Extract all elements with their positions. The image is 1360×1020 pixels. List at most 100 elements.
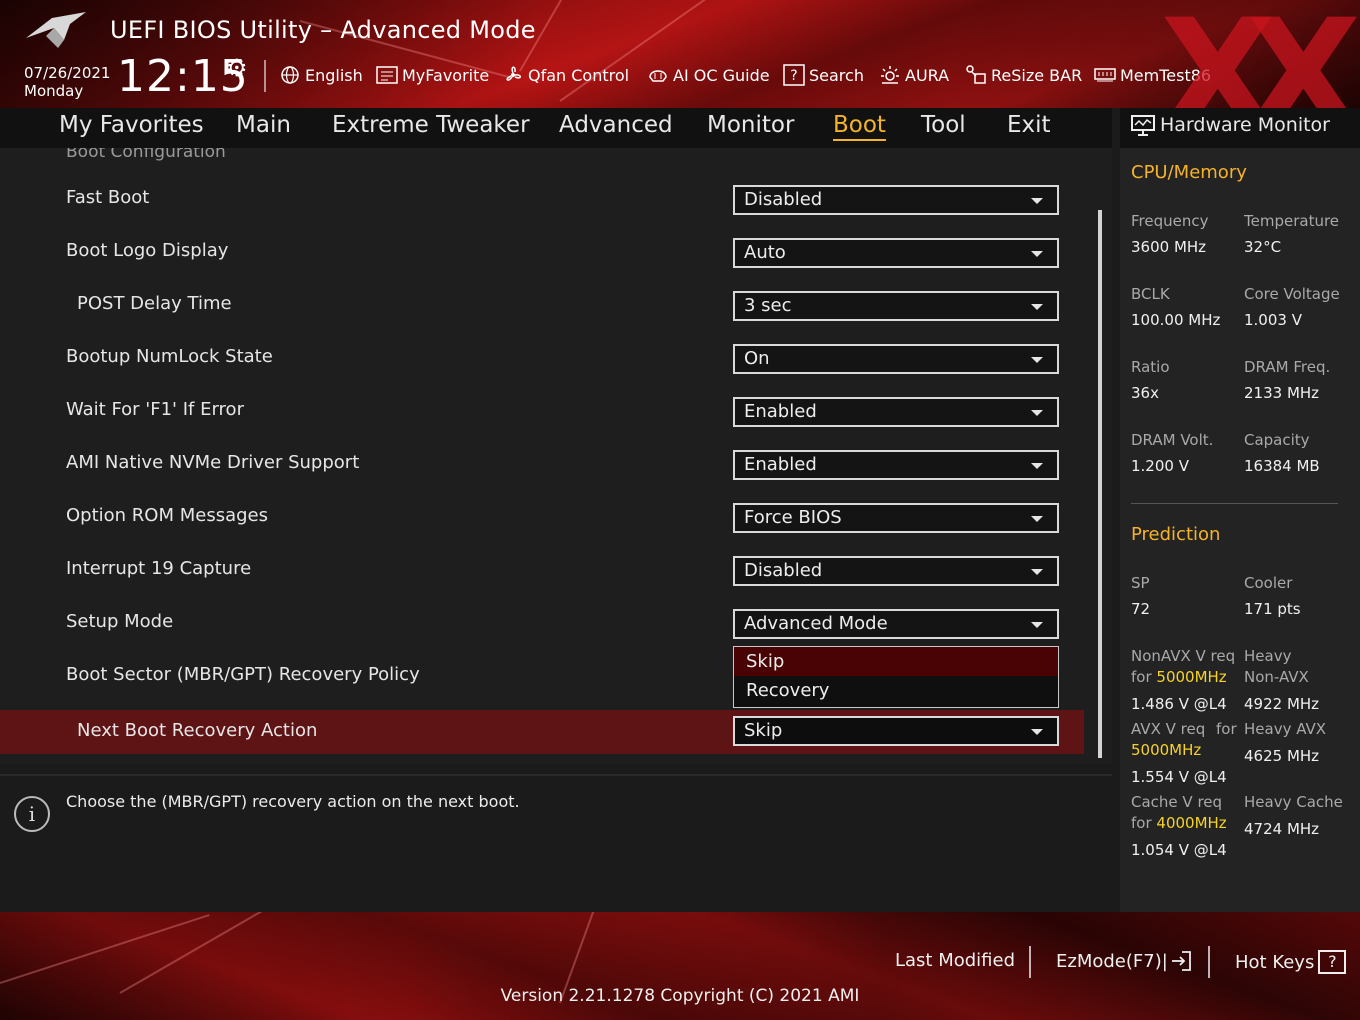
setting-row-post-delay-time[interactable]: POST Delay Time 3 sec (0, 283, 1084, 327)
watermark-logo: XX (1160, 0, 1360, 108)
section-title: Boot Configuration (66, 148, 226, 162)
tab-my-favorites[interactable]: My Favorites (59, 112, 204, 138)
wait-f1-dropdown[interactable]: Enabled (733, 397, 1059, 427)
setting-label: Wait For 'F1' If Error (66, 399, 244, 420)
caret-down-icon (1031, 251, 1043, 257)
search-label: Search (809, 65, 864, 85)
option-rom-dropdown[interactable]: Force BIOS (733, 503, 1059, 533)
gear-icon[interactable]: ⚙ (226, 54, 248, 82)
tab-exit[interactable]: Exit (1007, 112, 1051, 138)
caret-down-icon (1031, 463, 1043, 469)
numlock-state-dropdown[interactable]: On (733, 344, 1059, 374)
dropdown-value: Auto (744, 242, 786, 263)
dropdown-option-recovery[interactable]: Recovery (734, 676, 1058, 705)
ai-oc-guide-button[interactable]: AI OC Guide (647, 62, 770, 88)
cpu-memory-heading: CPU/Memory (1131, 162, 1247, 183)
aura-button[interactable]: AURA (879, 62, 949, 88)
setting-row-setup-mode[interactable]: Setup Mode Advanced Mode (0, 601, 1084, 645)
avx-label: AVX V req (1131, 720, 1206, 738)
decor-streak (0, 914, 210, 984)
app-title: UEFI BIOS Utility – Advanced Mode (110, 16, 536, 44)
caret-down-icon (1031, 516, 1043, 522)
header-divider (264, 60, 266, 92)
hot-keys-button[interactable]: Hot Keys ? (1235, 950, 1347, 974)
post-delay-time-dropdown[interactable]: 3 sec (733, 291, 1059, 321)
caret-down-icon (1031, 410, 1043, 416)
last-modified-button[interactable]: Last Modified (895, 950, 1015, 971)
interrupt-19-dropdown[interactable]: Disabled (733, 556, 1059, 586)
caret-down-icon (1031, 357, 1043, 363)
dropdown-option-skip[interactable]: Skip (734, 647, 1058, 676)
ratio-label: Ratio (1131, 358, 1170, 376)
qfan-control-button[interactable]: Qfan Control (502, 62, 629, 88)
dropdown-value: Skip (744, 720, 783, 741)
qfan-control-label: Qfan Control (528, 65, 630, 85)
fan-icon (502, 64, 524, 86)
dropdown-value: Enabled (744, 454, 817, 475)
heavy-nonavx-value: 4922 MHz (1244, 695, 1320, 713)
language-button[interactable]: English (279, 62, 363, 88)
nonavx-for-line: for 5000MHz (1131, 668, 1227, 686)
frequency-value: 3600 MHz (1131, 238, 1207, 256)
aura-icon (879, 64, 901, 86)
setting-row-numlock-state[interactable]: Bootup NumLock State On (0, 336, 1084, 380)
fast-boot-dropdown[interactable]: Disabled (733, 185, 1059, 215)
cooler-value: 171 pts (1244, 600, 1301, 618)
ezmode-button[interactable]: EzMode(F7)| (1056, 950, 1192, 972)
setup-mode-dropdown[interactable]: Advanced Mode (733, 609, 1059, 639)
tab-advanced[interactable]: Advanced (559, 112, 673, 138)
ai-oc-icon (647, 64, 669, 86)
setting-row-nvme-driver[interactable]: AMI Native NVMe Driver Support Enabled (0, 442, 1084, 486)
help-text: Choose the (MBR/GPT) recovery action on … (66, 792, 520, 811)
core-voltage-label: Core Voltage (1244, 285, 1340, 303)
setting-row-wait-f1[interactable]: Wait For 'F1' If Error Enabled (0, 389, 1084, 433)
next-boot-recovery-dropdown[interactable]: Skip (733, 716, 1059, 746)
day-display: Monday (24, 82, 84, 100)
sp-label: SP (1131, 574, 1150, 592)
settings-panel: Boot Configuration Fast Boot Disabled Bo… (0, 148, 1112, 764)
tab-boot[interactable]: Boot (833, 112, 886, 141)
dropdown-value: On (744, 348, 770, 369)
dram-volt-value: 1.200 V (1131, 457, 1189, 475)
setting-row-boot-logo-display[interactable]: Boot Logo Display Auto (0, 230, 1084, 274)
frequency-label: Frequency (1131, 212, 1209, 230)
dram-freq-label: DRAM Freq. (1244, 358, 1331, 376)
tab-tool[interactable]: Tool (921, 112, 966, 138)
cooler-label: Cooler (1244, 574, 1293, 592)
monitor-icon (1131, 115, 1155, 136)
caret-down-icon (1031, 198, 1043, 204)
hardware-monitor-title: Hardware Monitor (1160, 114, 1330, 136)
hw-divider (1131, 503, 1338, 504)
setting-row-next-boot-recovery[interactable]: Next Boot Recovery Action Skip (0, 710, 1084, 754)
cache-label: Cache V req (1131, 793, 1223, 811)
tab-extreme-tweaker[interactable]: Extreme Tweaker (332, 112, 530, 138)
for-text: for (1131, 668, 1152, 686)
setting-label: Boot Logo Display (66, 240, 229, 261)
caret-down-icon (1031, 622, 1043, 628)
prediction-heading: Prediction (1131, 524, 1221, 545)
setting-row-interrupt-19[interactable]: Interrupt 19 Capture Disabled (0, 548, 1084, 592)
setting-row-option-rom[interactable]: Option ROM Messages Force BIOS (0, 495, 1084, 539)
resize-bar-button[interactable]: ReSize BAR (965, 62, 1082, 88)
myfavorite-button[interactable]: MyFavorite (376, 62, 489, 88)
cache-for-line: for 4000MHz (1131, 814, 1227, 832)
caret-down-icon (1031, 729, 1043, 735)
heavy-nonavx-label: Heavy (1244, 647, 1292, 665)
for-text: for (1131, 814, 1152, 832)
nvme-driver-dropdown[interactable]: Enabled (733, 450, 1059, 480)
setting-row-fast-boot[interactable]: Fast Boot Disabled (0, 177, 1084, 221)
settings-scrollbar[interactable] (1098, 210, 1102, 758)
main-tab-bar: My Favorites Main Extreme Tweaker Advanc… (0, 108, 1112, 148)
nonavx-voltage: 1.486 V @L4 (1131, 695, 1227, 713)
tab-monitor[interactable]: Monitor (707, 112, 794, 138)
tab-main[interactable]: Main (236, 112, 291, 138)
core-voltage-value: 1.003 V (1244, 311, 1302, 329)
resize-bar-label: ReSize BAR (991, 65, 1083, 85)
header-bar: UEFI BIOS Utility – Advanced Mode 07/26/… (0, 0, 1360, 108)
setting-label: Option ROM Messages (66, 505, 268, 526)
boot-logo-display-dropdown[interactable]: Auto (733, 238, 1059, 268)
caret-down-icon (1031, 569, 1043, 575)
dropdown-value: Force BIOS (744, 507, 842, 528)
globe-icon (279, 64, 301, 86)
search-button[interactable]: ? Search (783, 62, 864, 88)
